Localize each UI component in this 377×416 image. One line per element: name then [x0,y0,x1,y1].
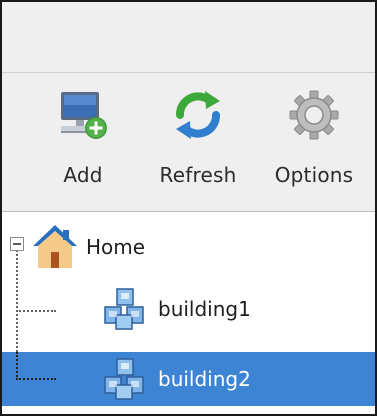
home-icon [33,225,77,268]
tree-line-vertical [16,352,18,380]
tree-item-label: building2 [158,367,251,391]
tree-item-label: building1 [158,297,251,321]
refresh-label: Refresh [159,163,237,187]
tree-item-building1[interactable]: building1 [2,282,375,336]
add-button[interactable]: Add [46,83,120,203]
tree-item-building2[interactable]: building2 [2,352,375,406]
title-bar [2,2,375,72]
refresh-icon [176,91,220,139]
refresh-button[interactable]: Refresh [148,83,248,203]
building-icon [104,288,144,330]
app-window: Add Refresh Options Home building1 build… [0,0,377,416]
add-label: Add [63,163,103,187]
computer-add-icon [61,92,107,139]
toolbar: Add Refresh Options [2,72,375,212]
tree-line-branch [16,378,56,380]
building-icon [104,358,144,400]
options-button[interactable]: Options [264,83,364,203]
options-label: Options [274,163,354,187]
collapse-toggle[interactable] [10,237,24,251]
tree-item-label: Home [86,235,146,259]
tree-item-home[interactable]: Home [2,220,375,274]
gear-icon [289,90,339,140]
tree-view: Home building1 building2 [2,212,375,414]
